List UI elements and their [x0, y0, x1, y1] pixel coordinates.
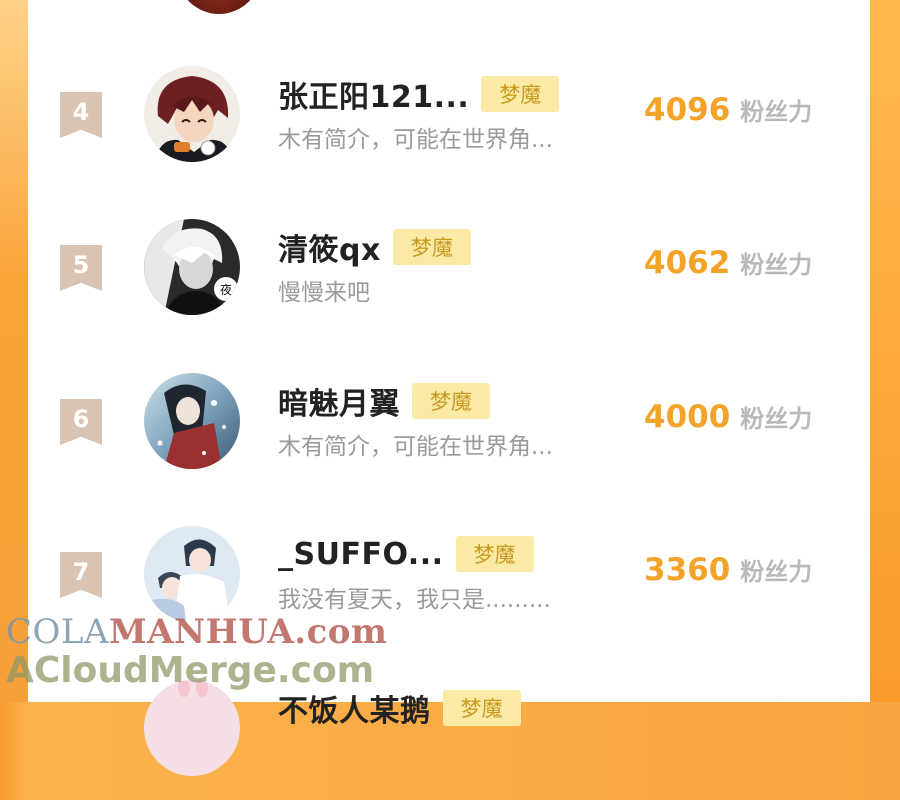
level-badge: 梦魔	[481, 76, 560, 112]
avatar[interactable]	[144, 373, 240, 469]
fan-power-value: 4062	[644, 245, 731, 281]
user-name[interactable]: 清筱qx	[278, 225, 381, 269]
fan-power: 3360 粉丝力	[644, 552, 812, 588]
avatar[interactable]	[177, 0, 261, 14]
user-bio: 我没有夏天，我只是.........	[278, 587, 551, 613]
fan-power-value: 3360	[644, 552, 731, 588]
avatar-mark: 夜	[220, 282, 232, 297]
user-bio: 木有简介，可能在世界角...	[278, 127, 553, 153]
fan-power-unit: 粉丝力	[740, 251, 813, 279]
list-item[interactable]: 4 张正阳121... 梦魔 木有简介，可能在世界角... 4096 粉丝力	[28, 66, 870, 186]
fan-power: 4062 粉丝力	[644, 245, 812, 281]
level-badge: 梦魔	[412, 383, 490, 419]
left-frame	[0, 0, 28, 702]
fan-power-unit: 粉丝力	[740, 558, 813, 586]
list-item[interactable]: 6 暗魅月翼 梦魔 木有简介，可能在世界角... 4000 粉丝力	[28, 373, 870, 493]
user-name[interactable]: 不饭人某鹅	[278, 686, 431, 730]
rank-number: 6	[60, 399, 102, 445]
avatar[interactable]	[144, 526, 240, 622]
level-badge: 梦魔	[455, 536, 534, 572]
fan-power-unit: 粉丝力	[740, 98, 813, 126]
level-badge: 梦魔	[392, 229, 471, 265]
user-bio: 慢慢来吧	[278, 280, 370, 306]
avatar[interactable]	[144, 680, 240, 776]
user-name[interactable]: _SUFFO...	[278, 537, 444, 572]
user-name[interactable]: 暗魅月翼	[278, 379, 400, 423]
fan-power-value: 4000	[644, 399, 731, 435]
fan-power-unit: 粉丝力	[740, 405, 813, 433]
rank-number: 4	[60, 92, 102, 138]
fan-power: 4096 粉丝力	[644, 92, 812, 128]
rank-number: 5	[60, 245, 102, 291]
rank-badge: 6	[60, 399, 102, 445]
rank-badge: 7	[60, 552, 102, 598]
rank-badge: 4	[60, 92, 102, 138]
user-bio: 木有简介，可能在世界角...	[278, 434, 553, 460]
right-frame	[870, 0, 900, 702]
leaderboard-panel: 4 张正阳121... 梦魔 木有简介，可能在世界角... 4096 粉丝力 5…	[28, 0, 870, 776]
avatar[interactable]	[144, 66, 240, 162]
list-item[interactable]: 7 _SUFFO... 梦魔 我没有夏天，我只是......... 3360 粉…	[28, 526, 870, 646]
rank-badge: 5	[60, 245, 102, 291]
list-item[interactable]: 5 夜 清筱qx 梦魔 慢慢来吧 4062 粉丝力	[28, 219, 870, 339]
list-item[interactable]: 不饭人某鹅 梦魔	[28, 680, 870, 800]
fan-power-value: 4096	[644, 92, 731, 128]
avatar[interactable]: 夜	[144, 219, 240, 315]
user-name[interactable]: 张正阳121...	[278, 72, 469, 116]
level-badge: 梦魔	[442, 690, 521, 726]
fan-power: 4000 粉丝力	[644, 399, 812, 435]
rank-number: 7	[60, 552, 102, 598]
